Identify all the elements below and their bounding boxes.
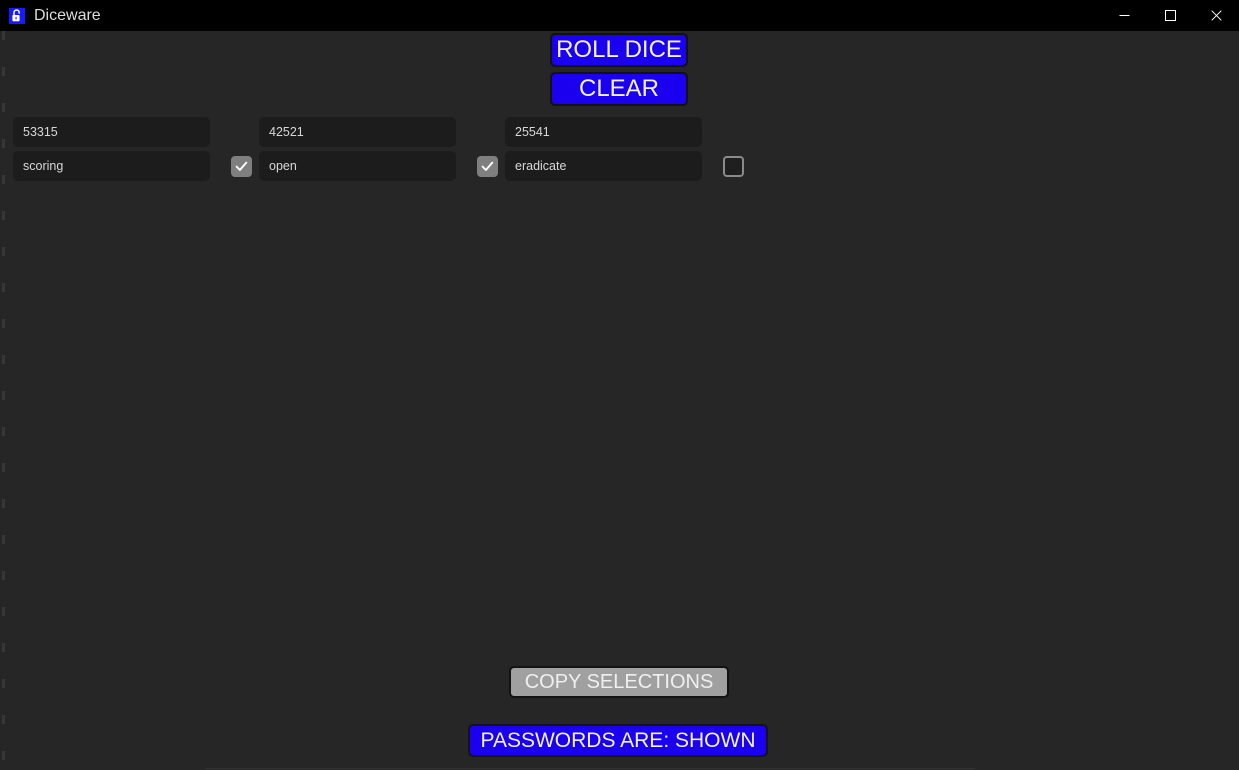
dice-entries: 53315 scoring 42521 open 25541 eradicate <box>0 31 1239 181</box>
horizontal-scrollbar-track[interactable] <box>205 768 975 769</box>
copy-selections-button[interactable]: COPY SELECTIONS <box>509 666 729 698</box>
dice-entry-column: 42521 open <box>259 117 505 181</box>
checkmark-icon <box>234 159 249 174</box>
dice-entry-column: 25541 eradicate <box>505 117 751 181</box>
client-area: ROLL DICE CLEAR 53315 scoring 42521 open… <box>0 31 1239 770</box>
maximize-icon <box>1164 10 1176 21</box>
dice-word-field[interactable]: eradicate <box>505 151 702 181</box>
dice-entry-column: 53315 scoring <box>13 117 259 181</box>
word-row: scoring <box>13 151 259 181</box>
select-word-checkbox[interactable] <box>723 155 744 177</box>
dice-number-field[interactable]: 53315 <box>13 117 210 147</box>
close-button[interactable] <box>1193 0 1239 31</box>
close-icon <box>1210 10 1222 21</box>
minimize-button[interactable] <box>1101 0 1147 31</box>
select-word-checkbox[interactable] <box>231 155 252 177</box>
passwords-visibility-toggle-button[interactable]: PASSWORDS ARE: SHOWN <box>468 724 768 757</box>
dice-word-field[interactable]: open <box>259 151 456 181</box>
word-row: open <box>259 151 505 181</box>
dice-number-field[interactable]: 42521 <box>259 117 456 147</box>
dice-number-field[interactable]: 25541 <box>505 117 702 147</box>
title-bar: Diceware <box>0 0 1239 31</box>
window-title: Diceware <box>34 6 101 24</box>
word-row: eradicate <box>505 151 751 181</box>
minimize-icon <box>1119 10 1130 21</box>
window-controls <box>1101 0 1239 31</box>
select-word-checkbox[interactable] <box>477 155 498 177</box>
vertical-scrollbar-track[interactable] <box>2 31 5 770</box>
maximize-button[interactable] <box>1147 0 1193 31</box>
title-bar-left: Diceware <box>0 7 101 25</box>
checkmark-icon <box>480 159 495 174</box>
dice-word-field[interactable]: scoring <box>13 151 210 181</box>
lock-icon <box>9 7 25 24</box>
